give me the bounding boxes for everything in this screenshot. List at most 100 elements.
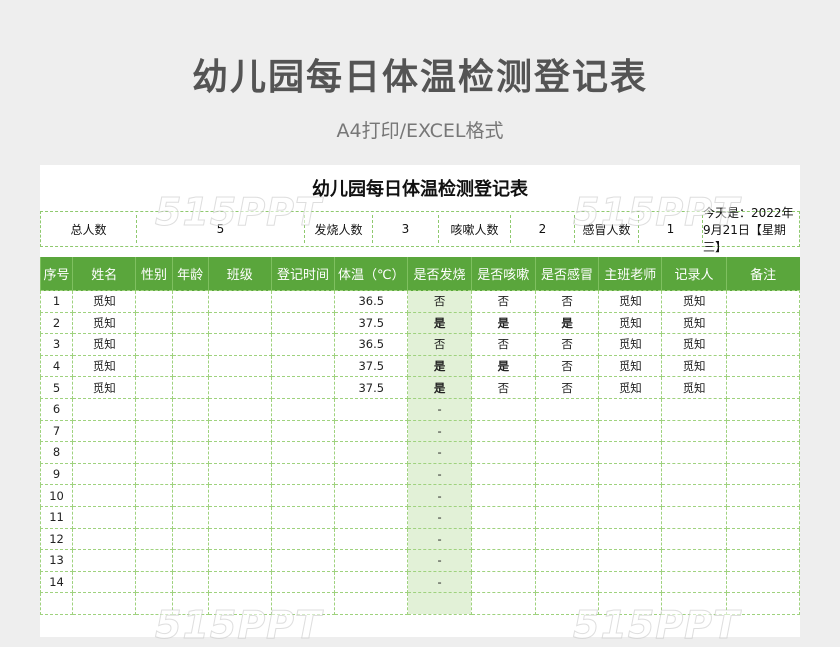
cell-name: 觅知 <box>72 333 137 356</box>
today-date: 今天是：2022年9月21日【星期三】 <box>703 205 794 254</box>
cell-no: 9 <box>40 462 74 486</box>
cell-teacher <box>598 527 663 551</box>
spreadsheet-preview: 幼儿园每日体温检测登记表 总人数 5 发烧人数 3 咳嗽人数 2 感冒人数 1 … <box>40 165 800 637</box>
cell-class <box>207 549 272 572</box>
cell-cold <box>534 441 600 464</box>
cell-recorder <box>661 527 727 551</box>
cell-age <box>171 441 209 464</box>
col-header: 体温（℃） <box>334 257 408 291</box>
cell-class <box>207 376 272 399</box>
cell-age <box>171 354 209 378</box>
table-row: 2 觅知 37.5 是是是觅知 觅知 <box>40 311 800 335</box>
cell-cough: 否 <box>470 376 536 399</box>
cell-age <box>171 290 209 313</box>
col-header: 姓名 <box>72 257 136 291</box>
cell-recorder: 觅知 <box>661 290 727 313</box>
cell-name <box>72 484 137 507</box>
cell-temp <box>334 570 409 594</box>
cell-time <box>270 333 336 356</box>
cell-cough <box>470 441 536 464</box>
cell-recorder <box>661 419 727 443</box>
cell-recorder <box>661 462 727 486</box>
cell-cough <box>470 484 536 507</box>
table-row: 4 觅知 37.5 是是否觅知 觅知 <box>40 354 800 378</box>
cell-name <box>72 441 137 464</box>
cell-gender <box>135 354 173 378</box>
cell-class <box>207 354 272 378</box>
cell-cold <box>534 527 600 551</box>
cell-age <box>171 484 209 507</box>
cell-recorder: 觅知 <box>661 354 727 378</box>
page-title: 幼儿园每日体温检测登记表 <box>191 57 648 98</box>
cell-note <box>725 462 800 486</box>
cell-no: 7 <box>40 419 74 443</box>
cell-gender <box>135 527 173 551</box>
cell-cough: 是 <box>470 311 536 335</box>
cell-temp <box>334 441 409 464</box>
cell-temp: 36.5 <box>334 333 409 356</box>
cell-cold <box>534 462 600 486</box>
cell-teacher <box>598 441 663 464</box>
cell-recorder <box>661 505 727 529</box>
cell-recorder <box>661 570 727 594</box>
cell-note <box>725 290 800 313</box>
cell-time <box>270 419 336 443</box>
cell-gender <box>135 376 173 399</box>
cell-note <box>725 570 800 594</box>
cell-time <box>270 527 336 551</box>
cell-gender <box>135 397 173 421</box>
table-row <box>40 592 800 615</box>
cell-gender <box>135 290 173 313</box>
cell-name <box>72 462 137 486</box>
cell-fever: 是 <box>407 376 472 399</box>
table-row: 8- <box>40 441 800 464</box>
cell-time <box>270 462 336 486</box>
cell-recorder: 觅知 <box>661 333 727 356</box>
cell-cough <box>470 505 536 529</box>
cell-gender <box>135 549 173 572</box>
cell-age <box>171 505 209 529</box>
cell-gender <box>135 462 173 486</box>
cell-cough: 是 <box>470 354 536 378</box>
cell-fever: - <box>407 505 472 529</box>
cell-no: 5 <box>40 376 74 399</box>
cell-note <box>725 484 800 507</box>
cell-gender <box>135 592 173 615</box>
cell-gender <box>135 311 173 335</box>
cell-class <box>207 570 272 594</box>
cell-time <box>270 290 336 313</box>
col-header: 主班老师 <box>598 257 662 291</box>
col-header: 是否发烧 <box>407 257 472 291</box>
cell-no: 8 <box>40 441 74 464</box>
cell-time <box>270 376 336 399</box>
cell-fever: - <box>407 484 472 507</box>
cell-temp <box>334 505 409 529</box>
cell-class <box>207 505 272 529</box>
fever-count-label: 发烧人数 <box>305 215 373 243</box>
cell-recorder <box>661 397 727 421</box>
cell-no: 13 <box>40 549 74 572</box>
cell-temp: 36.5 <box>334 290 409 313</box>
cold-count-label: 感冒人数 <box>575 215 639 243</box>
cell-name <box>72 397 137 421</box>
cell-cold <box>534 570 600 594</box>
cell-no: 10 <box>40 484 74 507</box>
cell-class <box>207 592 272 615</box>
cell-temp <box>334 549 409 572</box>
cell-recorder <box>661 484 727 507</box>
cell-time <box>270 354 336 378</box>
table-row: 9- <box>40 462 800 486</box>
cell-name: 觅知 <box>72 311 137 335</box>
cell-time <box>270 549 336 572</box>
cell-name: 觅知 <box>72 354 137 378</box>
cell-temp <box>334 527 409 551</box>
cell-teacher <box>598 549 663 572</box>
cell-teacher <box>598 484 663 507</box>
cell-teacher <box>598 505 663 529</box>
cell-temp <box>334 419 409 443</box>
cell-cold: 否 <box>534 333 600 356</box>
cell-cough: 否 <box>470 290 536 313</box>
cell-temp: 37.5 <box>334 354 409 378</box>
cell-no: 1 <box>40 290 74 313</box>
cell-teacher: 觅知 <box>598 333 663 356</box>
